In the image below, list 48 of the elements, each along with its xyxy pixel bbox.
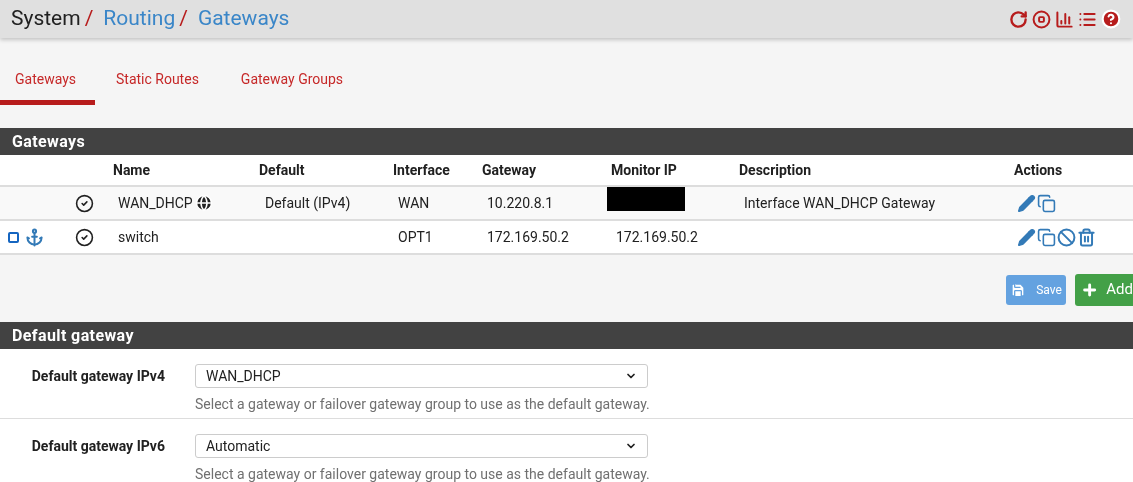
copy-icon[interactable] — [1037, 193, 1056, 213]
check-circle-icon — [75, 193, 94, 213]
copy-icon[interactable] — [1037, 227, 1056, 247]
panel-header: Default gateway — [0, 322, 1133, 349]
trash-icon[interactable] — [1077, 227, 1096, 247]
add-button[interactable]: Add — [1075, 273, 1133, 306]
table-cell: OPT1 — [398, 228, 433, 245]
breadcrumb-item[interactable]: Gateways — [197, 3, 290, 35]
column-header: Description — [739, 160, 813, 180]
breadcrumb-item: System — [11, 5, 81, 33]
table-cell: Interface WAN_DHCP Gateway — [744, 194, 936, 211]
help-text: Select a gateway or failover gateway group to use as the default gateway. — [195, 395, 650, 414]
table-cell-text: switch — [118, 227, 159, 247]
reload-icon[interactable] — [1009, 9, 1028, 29]
column-header: Default — [259, 160, 306, 180]
column-header: Gateway — [482, 160, 538, 180]
edit-icon[interactable] — [1017, 193, 1036, 213]
save-button[interactable]: Save — [1006, 274, 1066, 305]
table-cell-text: WAN_DHCP — [118, 193, 193, 213]
breadcrumb-separator: / — [179, 5, 188, 33]
help-text: Select a gateway or failover gateway group to use as the default gateway. — [195, 465, 650, 482]
select-field[interactable]: WAN_DHCP — [195, 364, 648, 388]
help-icon[interactable] — [1101, 9, 1121, 29]
select-field[interactable]: Automatic — [195, 434, 648, 458]
anchor-icon[interactable] — [25, 227, 44, 247]
check-circle-icon — [75, 227, 94, 247]
column-header: Name — [113, 160, 152, 180]
panel-header: Gateways — [0, 128, 1133, 155]
stop-icon[interactable] — [1032, 9, 1051, 29]
table-cell: 10.220.8.1 — [487, 194, 554, 211]
column-header: Interface — [393, 160, 451, 180]
bar-chart-icon[interactable] — [1055, 9, 1074, 29]
tab[interactable]: Gateways — [0, 59, 95, 105]
tab[interactable]: Gateway Groups — [219, 59, 365, 105]
field-label: Default gateway IPv6 — [30, 437, 166, 456]
table-cell: WAN — [398, 194, 430, 211]
breadcrumb-item[interactable]: Routing — [103, 3, 176, 35]
table-cell: Default (IPv4) — [265, 194, 351, 211]
column-header: Monitor IP — [611, 160, 678, 180]
column-header: Actions — [1014, 160, 1064, 180]
field-label: Default gateway IPv4 — [30, 367, 166, 386]
row-checkbox[interactable] — [8, 231, 19, 243]
tab[interactable]: Static Routes — [95, 59, 220, 105]
table-cell: 172.169.50.2 — [487, 228, 569, 245]
table-cell: 172.169.50.2 — [616, 228, 698, 245]
breadcrumb-separator: / — [84, 5, 94, 33]
disable-icon[interactable] — [1057, 227, 1076, 247]
edit-icon[interactable] — [1017, 227, 1036, 247]
